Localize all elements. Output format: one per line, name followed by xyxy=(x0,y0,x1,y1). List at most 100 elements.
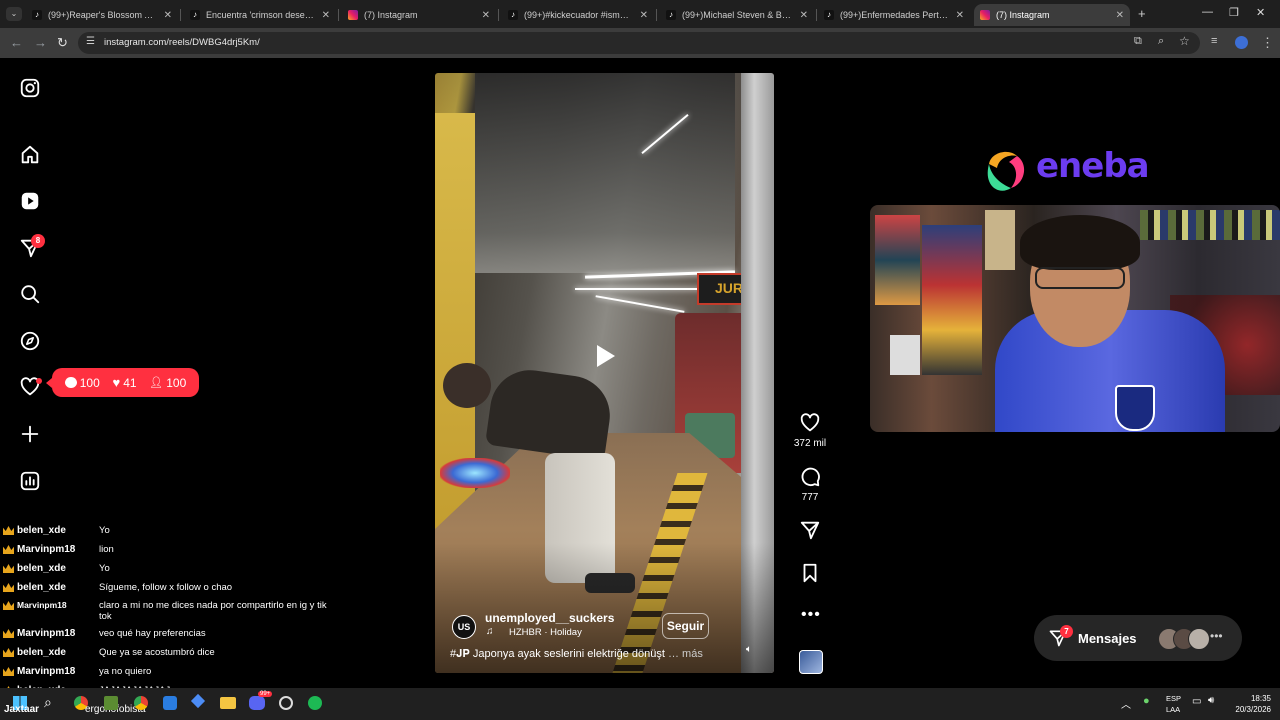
like-icon[interactable] xyxy=(799,412,821,434)
browser-tab-active[interactable]: (7) Instagram ✕ xyxy=(974,4,1130,26)
search-icon[interactable] xyxy=(19,283,41,305)
instagram-logo-icon[interactable] xyxy=(19,77,41,99)
tab-title: (99+)Reaper's Blossom Ability xyxy=(48,10,158,20)
lang-bottom[interactable]: LAA xyxy=(1166,705,1180,714)
app-diamond-icon[interactable] xyxy=(190,693,206,709)
clock-date[interactable]: 20/3/2026 xyxy=(1227,705,1271,714)
browser-tab[interactable]: (7) Instagram ✕ xyxy=(342,4,496,26)
volume-icon[interactable]: 🔈︎ xyxy=(741,642,757,658)
clock-time[interactable]: 18:35 xyxy=(1237,694,1271,703)
heart-icon: ♥ xyxy=(112,375,121,390)
tab-close-icon[interactable]: ✕ xyxy=(956,10,964,21)
tab-close-icon[interactable]: ✕ xyxy=(164,10,172,21)
restore-icon[interactable]: ❐ xyxy=(1229,6,1239,19)
tab-title: (99+)Michael Steven & Brando xyxy=(682,10,794,20)
play-icon[interactable] xyxy=(597,345,615,367)
messages-button[interactable]: 7 Mensajes ••• xyxy=(1034,615,1242,661)
forward-icon[interactable]: → xyxy=(34,35,47,50)
tiktok-icon: ♪ xyxy=(32,10,42,20)
browser-toolbar: ← → ↻ ☰ instagram.com/reels/DWBG4drj5Km/… xyxy=(0,28,1280,58)
chat-text: ya no quiero xyxy=(99,666,152,677)
tab-close-icon[interactable]: ✕ xyxy=(482,10,490,21)
chat-text: claro a mi no me dices nada por comparti… xyxy=(99,600,327,622)
new-tab-button[interactable]: + xyxy=(1138,6,1146,21)
profile-avatar[interactable] xyxy=(1235,36,1248,49)
back-icon[interactable]: ← xyxy=(10,35,23,50)
tab-close-icon[interactable]: ✕ xyxy=(640,10,648,21)
comments-count: 777 xyxy=(801,492,819,503)
more-link[interactable]: … más xyxy=(668,648,703,660)
explore-icon[interactable] xyxy=(19,330,41,352)
volume-icon[interactable]: 🔊︎ xyxy=(1208,695,1214,706)
chat-text: Sígueme, follow x follow o chao xyxy=(99,582,233,593)
chat-message: Marvinpm18 veo qué hay preferencias xyxy=(3,628,329,639)
search-icon[interactable]: ⌕ xyxy=(44,694,52,711)
followers-count: 100 xyxy=(166,375,187,390)
address-bar[interactable]: ☰ instagram.com/reels/DWBG4drj5Km/ ⧉ ⌕ ☆ xyxy=(78,32,1200,54)
tab-close-icon[interactable]: ✕ xyxy=(322,10,330,21)
zoom-icon[interactable]: ⌕ xyxy=(1158,35,1164,48)
chat-username: Marvinpm18 xyxy=(17,628,76,639)
reel-author-avatar[interactable]: US xyxy=(452,615,476,639)
dashboard-icon[interactable] xyxy=(19,470,41,492)
discord-icon[interactable] xyxy=(249,696,265,710)
microphone-icon[interactable]: ● xyxy=(1143,695,1150,707)
chat-username: belen_xde xyxy=(17,563,66,574)
browser-tab[interactable]: ♪ (99+)Michael Steven & Brando ✕ xyxy=(660,4,814,26)
store-icon[interactable] xyxy=(163,696,177,710)
reading-list-icon[interactable]: ≡ xyxy=(1211,35,1217,47)
file-explorer-icon[interactable] xyxy=(220,697,236,709)
create-icon[interactable] xyxy=(19,423,41,445)
tab-close-icon[interactable]: ✕ xyxy=(1116,10,1124,21)
tab-close-icon[interactable]: ✕ xyxy=(800,10,808,21)
menu-icon[interactable]: ⋮ xyxy=(1261,35,1274,51)
tab-title: Encuentra 'crimson desert' en T xyxy=(206,10,316,20)
obs-icon[interactable] xyxy=(279,696,293,710)
save-icon[interactable] xyxy=(799,562,821,584)
notification-dot xyxy=(36,378,42,384)
crown-icon xyxy=(3,526,14,535)
activity-popup[interactable]: 100 ♥ 41 👤︎ 100 xyxy=(46,368,199,397)
streamer-webcam xyxy=(870,205,1280,432)
home-icon[interactable] xyxy=(19,144,41,166)
browser-tab[interactable]: ♪ (99+)Enfermedades Perturbad ✕ xyxy=(818,4,970,26)
follow-button[interactable]: Seguir xyxy=(662,613,709,639)
eneba-logo-icon xyxy=(981,146,1031,196)
chat-text: lion xyxy=(99,544,114,555)
comment-icon[interactable] xyxy=(799,466,821,488)
browser-tab[interactable]: ♪ (99+)#kickecuador #ismaelsan ✕ xyxy=(502,4,654,26)
site-info-icon[interactable]: ☰ xyxy=(86,36,95,47)
share-icon[interactable] xyxy=(799,519,821,541)
chat-message: belen_xde Sígueme, follow x follow o chao xyxy=(3,582,329,593)
eneba-brand: eneba xyxy=(1036,146,1150,186)
reel-audio[interactable]: HZHBR · Holiday xyxy=(509,627,582,638)
tab-title: (99+)Enfermedades Perturbad xyxy=(840,10,950,20)
close-window-icon[interactable]: ✕ xyxy=(1256,6,1265,19)
tray-chevron-icon[interactable]: ︿ xyxy=(1121,696,1131,711)
reel-username[interactable]: unemployed__suckers xyxy=(485,611,614,625)
url-text: instagram.com/reels/DWBG4drj5Km/ xyxy=(104,37,260,48)
more-avatars-icon: ••• xyxy=(1210,629,1223,643)
tab-search-button[interactable]: ⌄ xyxy=(6,7,22,21)
windows-taskbar: Jaxtaar ⌕ ergonofobista 99+ ︿ ● ESP LAA … xyxy=(0,688,1280,720)
install-app-icon[interactable]: ⧉ xyxy=(1134,35,1142,48)
minimize-icon[interactable]: — xyxy=(1202,6,1213,18)
chat-username: Marvinpm18 xyxy=(17,544,76,555)
crown-icon xyxy=(3,564,14,573)
browser-tab[interactable]: ♪ (99+)Reaper's Blossom Ability ✕ xyxy=(26,4,178,26)
audio-thumbnail[interactable] xyxy=(799,650,823,674)
crown-icon xyxy=(3,601,14,610)
spotify-icon[interactable] xyxy=(308,696,322,710)
bookmark-star-icon[interactable]: ☆ xyxy=(1179,34,1190,48)
network-icon[interactable]: ▭ xyxy=(1192,696,1201,707)
reel-video[interactable]: JUR xyxy=(435,73,774,673)
reload-icon[interactable]: ↻ xyxy=(57,35,68,51)
chat-username: belen_xde xyxy=(17,647,66,658)
more-options-icon[interactable]: ••• xyxy=(801,606,821,624)
minecraft-icon[interactable] xyxy=(104,696,118,710)
chrome-app-icon[interactable] xyxy=(134,696,148,710)
browser-tab[interactable]: ♪ Encuentra 'crimson desert' en T ✕ xyxy=(184,4,336,26)
reels-icon[interactable] xyxy=(19,190,41,212)
avatar xyxy=(1188,628,1210,650)
lang-top[interactable]: ESP xyxy=(1166,694,1181,703)
